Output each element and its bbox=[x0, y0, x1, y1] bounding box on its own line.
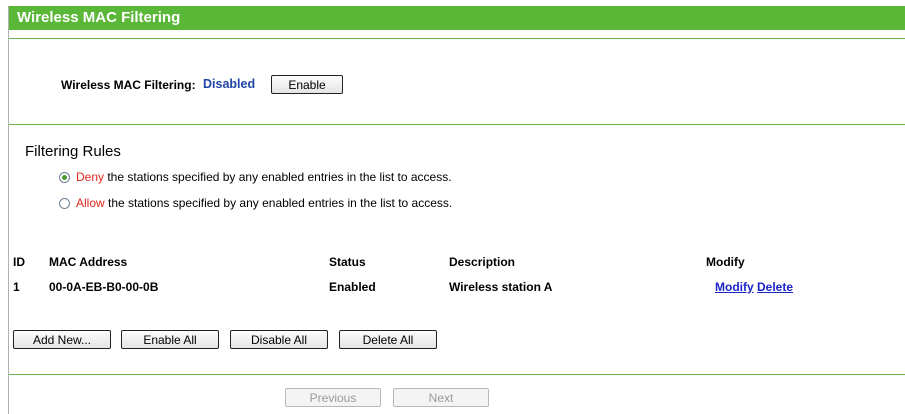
delete-all-button[interactable]: Delete All bbox=[339, 330, 437, 349]
column-header-status: Status bbox=[329, 255, 366, 269]
previous-button[interactable]: Previous bbox=[285, 388, 381, 407]
divider bbox=[9, 38, 905, 39]
column-header-description: Description bbox=[449, 255, 516, 269]
filtering-status-value: Disabled bbox=[203, 77, 256, 91]
row-description: Wireless station A bbox=[449, 280, 553, 294]
divider bbox=[9, 124, 905, 125]
enable-button[interactable]: Enable bbox=[271, 75, 343, 94]
allow-option-text: Allow the stations specified by any enab… bbox=[76, 196, 452, 210]
column-header-mac: MAC Address bbox=[49, 255, 128, 269]
row-status: Enabled bbox=[329, 280, 376, 294]
mac-filtering-panel: Wireless MAC Filtering Wireless MAC Filt… bbox=[8, 6, 905, 414]
add-new-button[interactable]: Add New... bbox=[13, 330, 111, 349]
column-header-id: ID bbox=[13, 255, 25, 269]
column-header-modify: Modify bbox=[706, 255, 745, 269]
delete-link[interactable]: Delete bbox=[757, 280, 793, 294]
modify-link[interactable]: Modify bbox=[715, 280, 754, 294]
filtering-status-label: Wireless MAC Filtering: bbox=[61, 78, 196, 92]
allow-radio[interactable] bbox=[59, 198, 70, 209]
page-title: Wireless MAC Filtering bbox=[17, 9, 181, 26]
allow-keyword: Allow bbox=[76, 196, 105, 210]
deny-radio[interactable] bbox=[59, 172, 70, 183]
next-button[interactable]: Next bbox=[393, 388, 489, 407]
deny-option-text: Deny the stations specified by any enabl… bbox=[76, 170, 452, 184]
disable-all-button[interactable]: Disable All bbox=[230, 330, 328, 349]
row-mac-address: 00-0A-EB-B0-00-0B bbox=[49, 280, 159, 294]
deny-keyword: Deny bbox=[76, 170, 105, 184]
radio-selected-dot bbox=[62, 175, 67, 180]
filtering-rules-title: Filtering Rules bbox=[25, 143, 121, 160]
row-id: 1 bbox=[13, 280, 20, 294]
deny-description: the stations specified by any enabled en… bbox=[104, 170, 452, 184]
title-bar: Wireless MAC Filtering bbox=[9, 6, 905, 30]
enable-all-button[interactable]: Enable All bbox=[121, 330, 219, 349]
allow-description: the stations specified by any enabled en… bbox=[104, 196, 453, 210]
divider bbox=[9, 374, 905, 375]
